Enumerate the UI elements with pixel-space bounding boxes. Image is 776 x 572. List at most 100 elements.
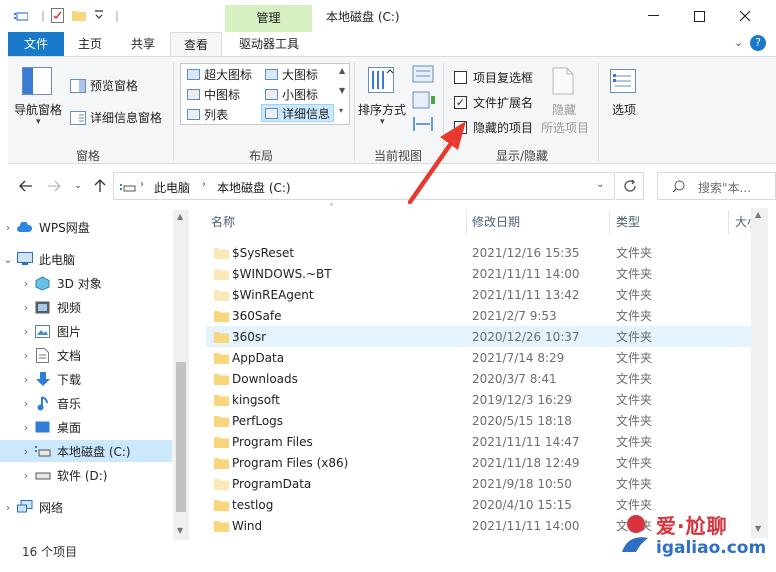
- nav-item-videos[interactable]: › 视频: [0, 296, 172, 318]
- file-row[interactable]: ProgramData 2021/9/18 10:50 文件夹: [206, 473, 751, 494]
- chevron-right-icon[interactable]: ›: [0, 501, 16, 514]
- file-row[interactable]: 360Safe 2021/2/7 9:53 文件夹: [206, 305, 751, 326]
- nav-item-documents[interactable]: › 文档: [0, 344, 172, 366]
- chevron-right-icon[interactable]: ›: [18, 349, 34, 362]
- file-row[interactable]: Program Files 2021/11/11 14:47 文件夹: [206, 431, 751, 452]
- item-checkboxes-toggle[interactable]: 项目复选框: [454, 69, 533, 86]
- chevron-right-icon[interactable]: ›: [18, 469, 34, 482]
- layout-small-icons[interactable]: 小图标: [265, 85, 318, 103]
- column-header-date[interactable]: 修改日期: [472, 208, 520, 236]
- size-columns-icon[interactable]: [412, 115, 434, 136]
- breadcrumb-chevron-icon[interactable]: ›: [202, 179, 206, 190]
- expand-gallery-icon[interactable]: ▾: [339, 106, 343, 115]
- app-icon[interactable]: [12, 6, 30, 24]
- file-row[interactable]: AppData 2021/7/14 8:29 文件夹: [206, 347, 751, 368]
- address-bar[interactable]: › 此电脑 › 本地磁盘 (C:) ⌄: [113, 172, 615, 200]
- recent-locations-icon[interactable]: ⌄: [68, 176, 88, 196]
- sort-by-button[interactable]: 排序方式: [358, 101, 406, 118]
- tab-drive-tools[interactable]: 驱动器工具: [228, 32, 310, 56]
- breadcrumb-chevron-icon[interactable]: ›: [140, 179, 144, 190]
- close-button[interactable]: [722, 0, 768, 32]
- chevron-right-icon[interactable]: ›: [0, 221, 16, 234]
- nav-item-drive-c[interactable]: › 本地磁盘 (C:): [0, 440, 172, 462]
- add-columns-icon[interactable]: [412, 91, 436, 112]
- chevron-right-icon[interactable]: ›: [18, 373, 34, 386]
- column-header-name[interactable]: 名称: [211, 208, 235, 236]
- chevron-right-icon[interactable]: ›: [18, 325, 34, 338]
- new-folder-icon[interactable]: [70, 6, 88, 24]
- nav-scrollbar[interactable]: ▲ ▼: [173, 210, 189, 540]
- nav-item-network[interactable]: › 网络: [0, 496, 172, 518]
- nav-item-3d-objects[interactable]: › 3D 对象: [0, 272, 172, 294]
- layout-extra-large-icons[interactable]: 超大图标: [187, 65, 252, 83]
- manage-context-tab[interactable]: 管理: [225, 5, 312, 32]
- quick-access-dropdown-icon[interactable]: [90, 6, 108, 24]
- layout-details[interactable]: 详细信息: [261, 104, 335, 122]
- hidden-items-toggle[interactable]: ✓ 隐藏的项目: [454, 119, 533, 136]
- chevron-right-icon[interactable]: ›: [18, 301, 34, 314]
- file-row[interactable]: 360sr 2020/12/26 10:37 文件夹: [206, 326, 751, 347]
- file-row[interactable]: Program Files (x86) 2021/11/18 12:49 文件夹: [206, 452, 751, 473]
- properties-icon[interactable]: [48, 6, 66, 24]
- tab-home[interactable]: 主页: [68, 32, 112, 56]
- file-row[interactable]: PerfLogs 2020/5/15 18:18 文件夹: [206, 410, 751, 431]
- column-divider[interactable]: [728, 210, 729, 234]
- file-row[interactable]: kingsoft 2019/12/3 16:29 文件夹: [206, 389, 751, 410]
- preview-pane-button[interactable]: 预览窗格: [70, 77, 138, 94]
- nav-item-desktop[interactable]: › 桌面: [0, 416, 172, 438]
- help-icon[interactable]: ?: [750, 35, 766, 51]
- maximize-button[interactable]: [676, 0, 722, 32]
- file-row[interactable]: $SysReset 2021/12/16 15:35 文件夹: [206, 242, 751, 263]
- nav-item-wps-cloud[interactable]: › WPS网盘: [0, 216, 172, 238]
- scroll-up-icon[interactable]: ▲: [177, 212, 183, 221]
- file-list-scrollbar[interactable]: ▲ ▼: [751, 208, 768, 538]
- hide-selected-button[interactable]: 隐藏: [552, 101, 576, 118]
- chevron-right-icon[interactable]: ›: [18, 397, 34, 410]
- tab-view[interactable]: 查看: [170, 32, 222, 56]
- layout-medium-icons[interactable]: 中图标: [187, 85, 240, 103]
- options-button[interactable]: 选项: [612, 101, 636, 118]
- chevron-down-icon[interactable]: ⌄: [596, 179, 604, 190]
- column-divider[interactable]: [466, 210, 467, 234]
- file-row[interactable]: $WINDOWS.~BT 2021/11/11 14:00 文件夹: [206, 263, 751, 284]
- scroll-down-icon[interactable]: ▼: [339, 86, 345, 95]
- scroll-up-icon[interactable]: ▲: [339, 66, 345, 75]
- search-input[interactable]: 搜索"本...: [657, 172, 776, 200]
- file-extensions-toggle[interactable]: ✓ 文件扩展名: [454, 94, 533, 111]
- scroll-down-icon[interactable]: ▼: [177, 526, 183, 535]
- nav-item-this-pc[interactable]: ⌄ 此电脑: [0, 248, 172, 270]
- scroll-up-icon[interactable]: ▲: [755, 210, 761, 219]
- forward-button[interactable]: [44, 176, 64, 196]
- breadcrumb-drive-c[interactable]: 本地磁盘 (C:): [217, 179, 291, 196]
- checkbox-checked-icon[interactable]: ✓: [454, 96, 467, 109]
- tab-share[interactable]: 共享: [120, 32, 166, 56]
- tab-file[interactable]: 文件: [8, 32, 64, 56]
- layout-list[interactable]: 列表: [187, 105, 228, 123]
- column-header-size[interactable]: 大小: [735, 208, 751, 236]
- refresh-button[interactable]: [616, 172, 644, 200]
- chevron-down-icon[interactable]: ⌄: [0, 253, 16, 266]
- nav-pane-button[interactable]: 导航窗格: [14, 101, 62, 118]
- back-button[interactable]: [16, 176, 36, 196]
- chevron-right-icon[interactable]: ›: [18, 421, 34, 434]
- nav-item-drive-d[interactable]: › 软件 (D:): [0, 464, 172, 486]
- scrollbar-thumb[interactable]: [176, 362, 186, 512]
- nav-item-downloads[interactable]: › 下载: [0, 368, 172, 390]
- breadcrumb-this-pc[interactable]: 此电脑: [154, 179, 190, 196]
- chevron-right-icon[interactable]: ›: [18, 277, 34, 290]
- column-header-type[interactable]: 类型: [616, 208, 640, 236]
- group-by-icon[interactable]: [412, 65, 434, 86]
- checkbox-unchecked-icon[interactable]: [454, 71, 467, 84]
- details-pane-button[interactable]: 详细信息窗格: [70, 109, 162, 126]
- column-divider[interactable]: [609, 210, 610, 234]
- chevron-right-icon[interactable]: ›: [18, 445, 34, 458]
- nav-item-pictures[interactable]: › 图片: [0, 320, 172, 342]
- layout-large-icons[interactable]: 大图标: [265, 65, 318, 83]
- up-button[interactable]: [90, 176, 110, 196]
- file-row[interactable]: $WinREAgent 2021/11/11 13:42 文件夹: [206, 284, 751, 305]
- checkbox-checked-icon[interactable]: ✓: [454, 121, 467, 134]
- file-row[interactable]: Downloads 2020/3/7 8:41 文件夹: [206, 368, 751, 389]
- chevron-down-icon[interactable]: ⌄: [734, 36, 743, 49]
- minimize-button[interactable]: [630, 0, 676, 32]
- nav-item-music[interactable]: › 音乐: [0, 392, 172, 414]
